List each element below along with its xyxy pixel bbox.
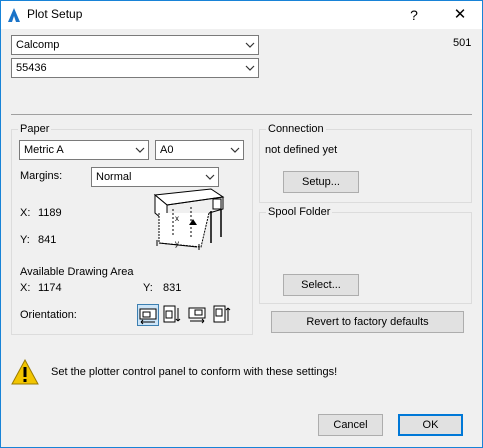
- svg-text:y: y: [175, 239, 179, 248]
- chevron-down-icon: [205, 174, 215, 180]
- orientation-label: Orientation:: [20, 309, 77, 321]
- svg-text:x: x: [175, 214, 179, 223]
- chevron-down-icon: [245, 42, 255, 48]
- orientation-portrait-down-button[interactable]: [161, 304, 183, 326]
- available-y-value: 831: [163, 282, 182, 294]
- chevron-down-icon: [245, 65, 255, 71]
- chevron-down-icon: [135, 147, 145, 153]
- portrait-orientation-icon: [213, 305, 231, 323]
- paper-size-value: A0: [160, 144, 174, 156]
- setup-button[interactable]: Setup...: [283, 171, 359, 193]
- revert-defaults-button[interactable]: Revert to factory defaults: [271, 311, 464, 333]
- margins-value: Normal: [96, 171, 132, 183]
- plotter-select[interactable]: Calcomp: [11, 35, 259, 55]
- spool-folder-group-title: Spool Folder: [266, 206, 333, 218]
- available-area-label: Available Drawing Area: [20, 266, 134, 278]
- paper-size-select[interactable]: A0: [155, 140, 244, 160]
- model-select-value: 55436: [16, 62, 47, 74]
- app-logo-icon: [8, 8, 20, 22]
- connection-group-title: Connection: [266, 123, 326, 135]
- margins-select[interactable]: Normal: [91, 167, 219, 187]
- help-button[interactable]: ?: [403, 4, 425, 26]
- model-select[interactable]: 55436: [11, 58, 259, 78]
- available-y-label: Y:: [143, 282, 153, 294]
- paper-group-title: Paper: [18, 123, 52, 135]
- plot-setup-dialog: Plot Setup ? ✕ Calcomp 501 55436 Paper M…: [0, 0, 483, 448]
- margins-label: Margins:: [20, 170, 63, 182]
- orientation-landscape-right-button[interactable]: [187, 304, 209, 326]
- paper-system-value: Metric A: [24, 144, 64, 156]
- orientation-landscape-left-button[interactable]: [137, 304, 159, 326]
- window-title: Plot Setup: [27, 7, 83, 21]
- paper-x-label: X:: [20, 207, 31, 219]
- available-x-label: X:: [20, 282, 31, 294]
- warning-message: Set the plotter control panel to conform…: [51, 366, 338, 378]
- paper-y-value: 841: [38, 234, 57, 246]
- ok-button[interactable]: OK: [398, 414, 463, 436]
- landscape-orientation-icon: [188, 307, 206, 324]
- divider: [11, 114, 472, 115]
- landscape-orientation-icon: [139, 308, 157, 325]
- warning-icon: [11, 359, 39, 385]
- connection-status: not defined yet: [265, 144, 338, 156]
- portrait-orientation-icon: [163, 305, 181, 323]
- close-button[interactable]: ✕: [447, 4, 473, 26]
- plotter-select-value: Calcomp: [16, 39, 60, 51]
- orientation-portrait-up-button[interactable]: [211, 304, 233, 326]
- chevron-down-icon: [230, 147, 240, 153]
- plotter-illustration: x y: [153, 188, 225, 250]
- cancel-button[interactable]: Cancel: [318, 414, 383, 436]
- available-x-value: 1174: [38, 282, 62, 294]
- select-folder-button[interactable]: Select...: [283, 274, 359, 296]
- paper-x-value: 1189: [38, 207, 62, 219]
- device-code: 501: [453, 37, 472, 49]
- paper-y-label: Y:: [20, 234, 30, 246]
- title-bar: Plot Setup ? ✕: [1, 1, 482, 29]
- paper-system-select[interactable]: Metric A: [19, 140, 149, 160]
